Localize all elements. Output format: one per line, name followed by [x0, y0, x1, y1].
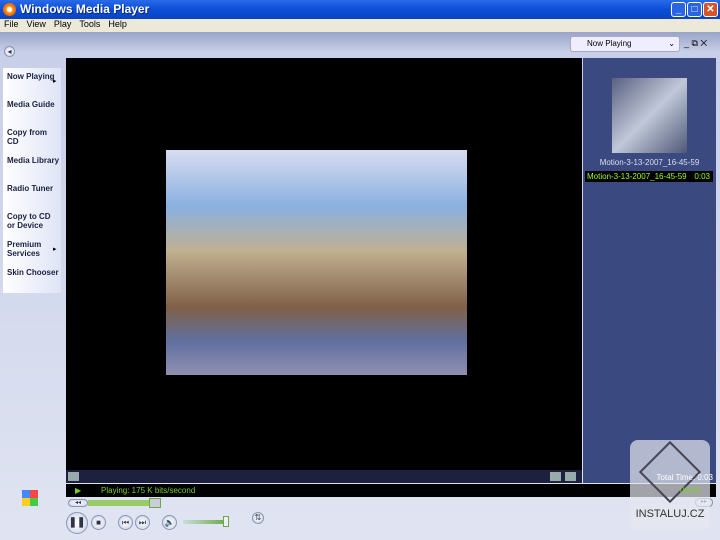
nav-skin-chooser[interactable]: Skin Chooser: [7, 268, 59, 277]
watermark-text: INSTALUJ.CZ: [635, 508, 705, 520]
album-title: Motion-3-13-2007_16-45-59: [599, 158, 700, 167]
shuffle-button[interactable]: ⇅: [252, 512, 264, 524]
previous-button[interactable]: ⏮: [118, 515, 133, 530]
mute-button[interactable]: 🔈: [162, 515, 177, 530]
minimize-button[interactable]: _: [671, 2, 686, 17]
playlist-item[interactable]: Motion-3-13-2007_16-45-59 0:03: [585, 171, 713, 182]
menu-view[interactable]: View: [27, 19, 46, 29]
nav-media-guide[interactable]: Media Guide: [7, 100, 59, 109]
rewind-button[interactable]: ◂◂: [68, 499, 88, 507]
pause-button[interactable]: ❚❚: [66, 512, 88, 534]
compact-mode-button[interactable]: _ ⧉ ✕: [684, 38, 707, 49]
video-settings-icon[interactable]: [68, 472, 79, 481]
video-toolbar: [66, 470, 582, 483]
nav-premium-services[interactable]: Premium Services: [7, 240, 59, 258]
status-bar: ▶ Playing: 175 K bits/second: [66, 484, 716, 497]
maximize-button[interactable]: □: [687, 2, 702, 17]
playlist-dropdown[interactable]: Now Playing ⌄: [570, 36, 680, 52]
arrow-right-icon: ▸: [53, 246, 57, 253]
menu-file[interactable]: File: [4, 19, 19, 29]
volume-slider[interactable]: [183, 520, 227, 524]
hide-taskbar-button[interactable]: ◂: [4, 46, 15, 57]
close-button[interactable]: ✕: [703, 2, 718, 17]
total-time: Total Time: 0:03: [656, 473, 713, 482]
title-bar: Windows Media Player _ □ ✕: [0, 0, 720, 19]
volume-handle[interactable]: [223, 516, 229, 527]
play-state-icon: ▶: [75, 486, 82, 495]
stop-button[interactable]: ■: [91, 515, 106, 530]
album-art: [612, 78, 687, 153]
nav-copy-to-cd[interactable]: Copy to CD or Device: [7, 212, 59, 230]
playlist-item-title: Motion-3-13-2007_16-45-59: [587, 172, 687, 181]
nav-media-library[interactable]: Media Library: [7, 156, 59, 165]
playlist-dropdown-value: Now Playing: [587, 39, 632, 48]
nav-now-playing[interactable]: Now Playing: [7, 72, 59, 81]
menu-bar: File View Play Tools Help: [0, 19, 720, 32]
nav-radio-tuner[interactable]: Radio Tuner: [7, 184, 59, 193]
video-frame: [166, 150, 467, 375]
feature-taskbar: Now Playing ▸ Media Guide Copy from CD M…: [3, 68, 61, 293]
seek-handle[interactable]: [149, 498, 161, 508]
watermark: INSTALUJ.CZ: [630, 440, 710, 530]
seek-bar[interactable]: [88, 500, 150, 506]
fit-video-icon[interactable]: [550, 472, 561, 481]
elapsed-time: 00:00: [680, 486, 701, 495]
full-screen-icon[interactable]: [565, 472, 576, 481]
arrow-right-icon: ▸: [53, 78, 57, 85]
window-title: Windows Media Player: [20, 2, 150, 16]
next-button[interactable]: ⏭: [135, 515, 150, 530]
menu-help[interactable]: Help: [108, 19, 127, 29]
menu-play[interactable]: Play: [54, 19, 72, 29]
chevron-down-icon: ⌄: [668, 39, 675, 48]
nav-copy-from-cd[interactable]: Copy from CD: [7, 128, 59, 146]
menu-tools[interactable]: Tools: [79, 19, 100, 29]
playlist-item-duration: 0:03: [694, 172, 710, 181]
windows-logo: [22, 490, 38, 506]
status-text: Playing: 175 K bits/second: [101, 486, 196, 495]
app-icon: [3, 3, 16, 16]
